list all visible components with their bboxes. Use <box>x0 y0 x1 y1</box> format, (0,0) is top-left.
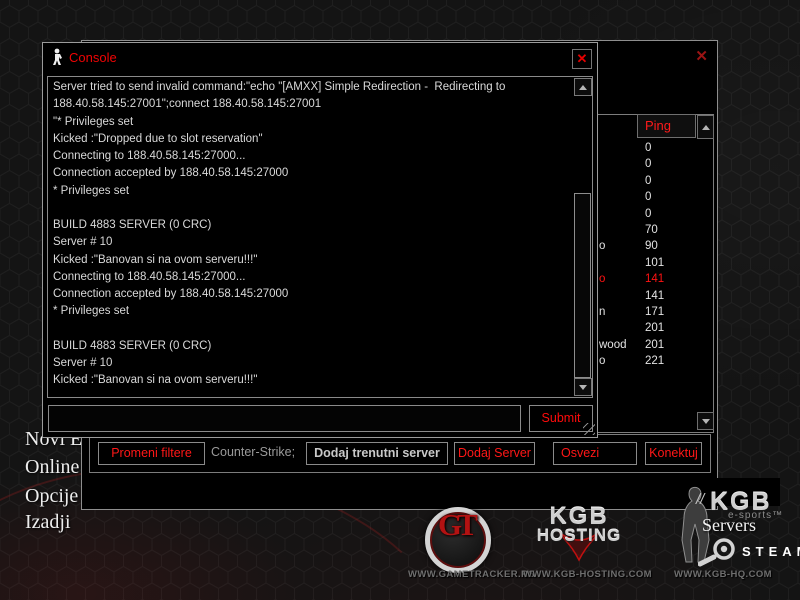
console-titlebar[interactable]: Console ✕ <box>43 43 597 73</box>
kgb-hosting-url: WWW.KGB-HOSTING.COM <box>523 569 635 580</box>
console-line: Server tried to send invalid command:"ec… <box>53 79 570 96</box>
sidebar-item-izadji[interactable]: Izadji <box>25 511 71 534</box>
console-line: Kicked :"Banovan si na ovom serveru!!!" <box>53 372 570 389</box>
console-line: "* Privileges set <box>53 114 570 131</box>
server-row[interactable]: 0 <box>598 141 710 157</box>
console-line: Connection accepted by 188.40.58.145:270… <box>53 286 570 303</box>
console-line <box>53 200 570 217</box>
sidebar-item-online[interactable]: Online <box>25 456 79 479</box>
server-row[interactable]: 70 <box>598 223 710 239</box>
server-row[interactable]: 0 <box>598 157 710 173</box>
server-toolbar: Promeni filtere Counter-Strike; Dodaj tr… <box>89 434 711 473</box>
console-line <box>53 321 570 338</box>
console-line: Connecting to 188.40.58.145:27000... <box>53 269 570 286</box>
console-line: BUILD 4883 SERVER (0 CRC) <box>53 217 570 234</box>
refresh-button[interactable]: Osvezi <box>553 442 637 465</box>
console-line: 188.40.58.145:27001";connect 188.40.58.1… <box>53 96 570 113</box>
add-server-button[interactable]: Dodaj Server <box>454 442 535 465</box>
server-row[interactable]: 101 <box>598 256 710 272</box>
scroll-up-icon[interactable] <box>574 78 592 96</box>
console-line: Server # 10 <box>53 234 570 251</box>
server-row[interactable]: 0 <box>598 190 710 206</box>
steam-logo-icon <box>698 536 738 568</box>
kgb-hosting-hosting-text: HOSTING <box>523 526 635 546</box>
console-scrollbar[interactable] <box>574 78 591 396</box>
sidebar-item-opcije[interactable]: Opcije <box>25 485 78 508</box>
kgb-hq-slashes: // <box>696 491 704 508</box>
kgb-hosting-logo[interactable]: KGB HOSTING WWW.KGB-HOSTING.COM <box>523 503 635 580</box>
console-line: Kicked :"Dropped due to slot reservation… <box>53 131 570 148</box>
console-icon <box>51 48 65 66</box>
server-row[interactable]: o90 <box>598 239 710 255</box>
console-window: Console ✕ Server tried to send invalid c… <box>42 42 598 438</box>
steam-text: STEAM <box>742 544 800 559</box>
close-icon[interactable]: ✕ <box>572 49 592 69</box>
console-line: Server # 10 <box>53 355 570 372</box>
gametracker-gt-text: GT <box>438 507 473 543</box>
game-filter-label: Counter-Strike; <box>211 442 295 465</box>
add-current-server-button[interactable]: Dodaj trenutni server <box>306 442 448 465</box>
console-line: Kicked :"Banovan si na ovom serveru!!!" <box>53 252 570 269</box>
list-scroll-down-button[interactable] <box>697 412 714 430</box>
gametracker-logo[interactable]: GT WWW.GAMETRACKER.RS <box>408 503 518 580</box>
close-icon[interactable]: ✕ <box>695 47 708 65</box>
console-command-input[interactable] <box>48 405 521 432</box>
kgb-hq-url: WWW.KGB-HQ.COM <box>674 569 800 580</box>
kgb-hq-logo[interactable]: // KGB e-sports™ Servers STEAM WWW.KGB-H… <box>660 478 800 580</box>
server-row[interactable]: o221 <box>598 354 710 370</box>
gametracker-url: WWW.GAMETRACKER.RS <box>408 569 518 580</box>
resize-grip-icon[interactable] <box>583 423 595 435</box>
console-title: Console <box>69 50 117 65</box>
console-line: * Privileges set <box>53 303 570 320</box>
console-line: * Privileges set <box>53 183 570 200</box>
server-row[interactable]: wood201 <box>598 338 710 354</box>
sort-ascending-button[interactable] <box>697 115 714 139</box>
kgb-hq-servers-text: Servers <box>702 515 756 536</box>
server-row[interactable]: 0 <box>598 207 710 223</box>
column-header-ping[interactable]: Ping <box>637 114 696 138</box>
console-line: Connection accepted by 188.40.58.145:270… <box>53 165 570 182</box>
server-row[interactable]: 0 <box>598 174 710 190</box>
app-root: Novi E Online Opcije Izadji ✕ Ping 00000… <box>0 0 800 600</box>
connect-button[interactable]: Konektuj <box>645 442 702 465</box>
console-line: BUILD 4883 SERVER (0 CRC) <box>53 338 570 355</box>
console-lines: Server tried to send invalid command:"ec… <box>53 79 570 390</box>
server-row[interactable]: o141 <box>598 272 710 288</box>
server-row[interactable]: 201 <box>598 321 710 337</box>
server-row[interactable]: 141 <box>598 289 710 305</box>
server-row[interactable]: n171 <box>598 305 710 321</box>
server-rows: 0000070o90101o141141n171201wood201o221 <box>598 141 710 370</box>
triangle-up-icon <box>702 125 710 130</box>
change-filters-button[interactable]: Promeni filtere <box>98 442 205 465</box>
scroll-down-icon[interactable] <box>574 378 592 396</box>
console-output: Server tried to send invalid command:"ec… <box>47 76 593 398</box>
console-line: Connecting to 188.40.58.145:27000... <box>53 148 570 165</box>
triangle-down-icon <box>702 419 710 424</box>
scrollbar-thumb[interactable] <box>574 193 591 378</box>
